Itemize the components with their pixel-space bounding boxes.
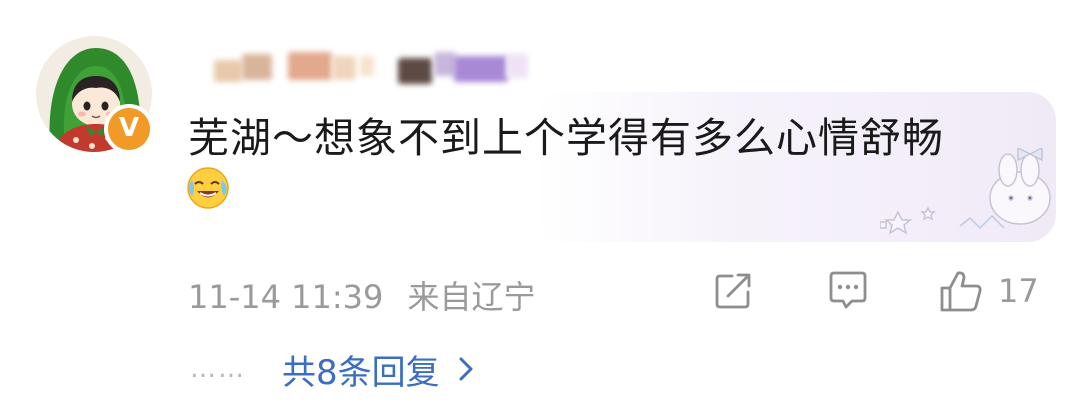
comment-time: 11-14 11:39: [188, 278, 384, 316]
share-button[interactable]: [712, 266, 754, 316]
comment-icon: [829, 271, 867, 309]
share-icon: [715, 273, 751, 309]
comment-item: V 芜湖～想象不到上个学得有多么心情舒畅 11-14 11:39 来自辽宁 17…: [0, 0, 1080, 420]
replies-dots: ……: [190, 354, 246, 384]
reply-button[interactable]: [826, 266, 870, 316]
chevron-right-icon: [459, 357, 473, 381]
verified-badge: V: [104, 104, 154, 154]
comment-text: 芜湖～想象不到上个学得有多么心情舒畅: [188, 114, 944, 162]
thumbs-up-icon: [940, 271, 982, 312]
replies-row: …… 共8条回复: [190, 344, 474, 394]
username[interactable]: [198, 42, 538, 92]
like-button[interactable]: 17: [938, 266, 1039, 316]
like-count: 17: [998, 272, 1039, 310]
view-replies-link[interactable]: 共8条回复: [282, 345, 474, 394]
laughing-tears-emoji-icon: [186, 166, 230, 210]
comment-meta: 11-14 11:39 来自辽宁: [188, 272, 536, 318]
comment-location: 来自辽宁: [407, 278, 536, 316]
view-replies-label: 共8条回复: [282, 352, 440, 393]
